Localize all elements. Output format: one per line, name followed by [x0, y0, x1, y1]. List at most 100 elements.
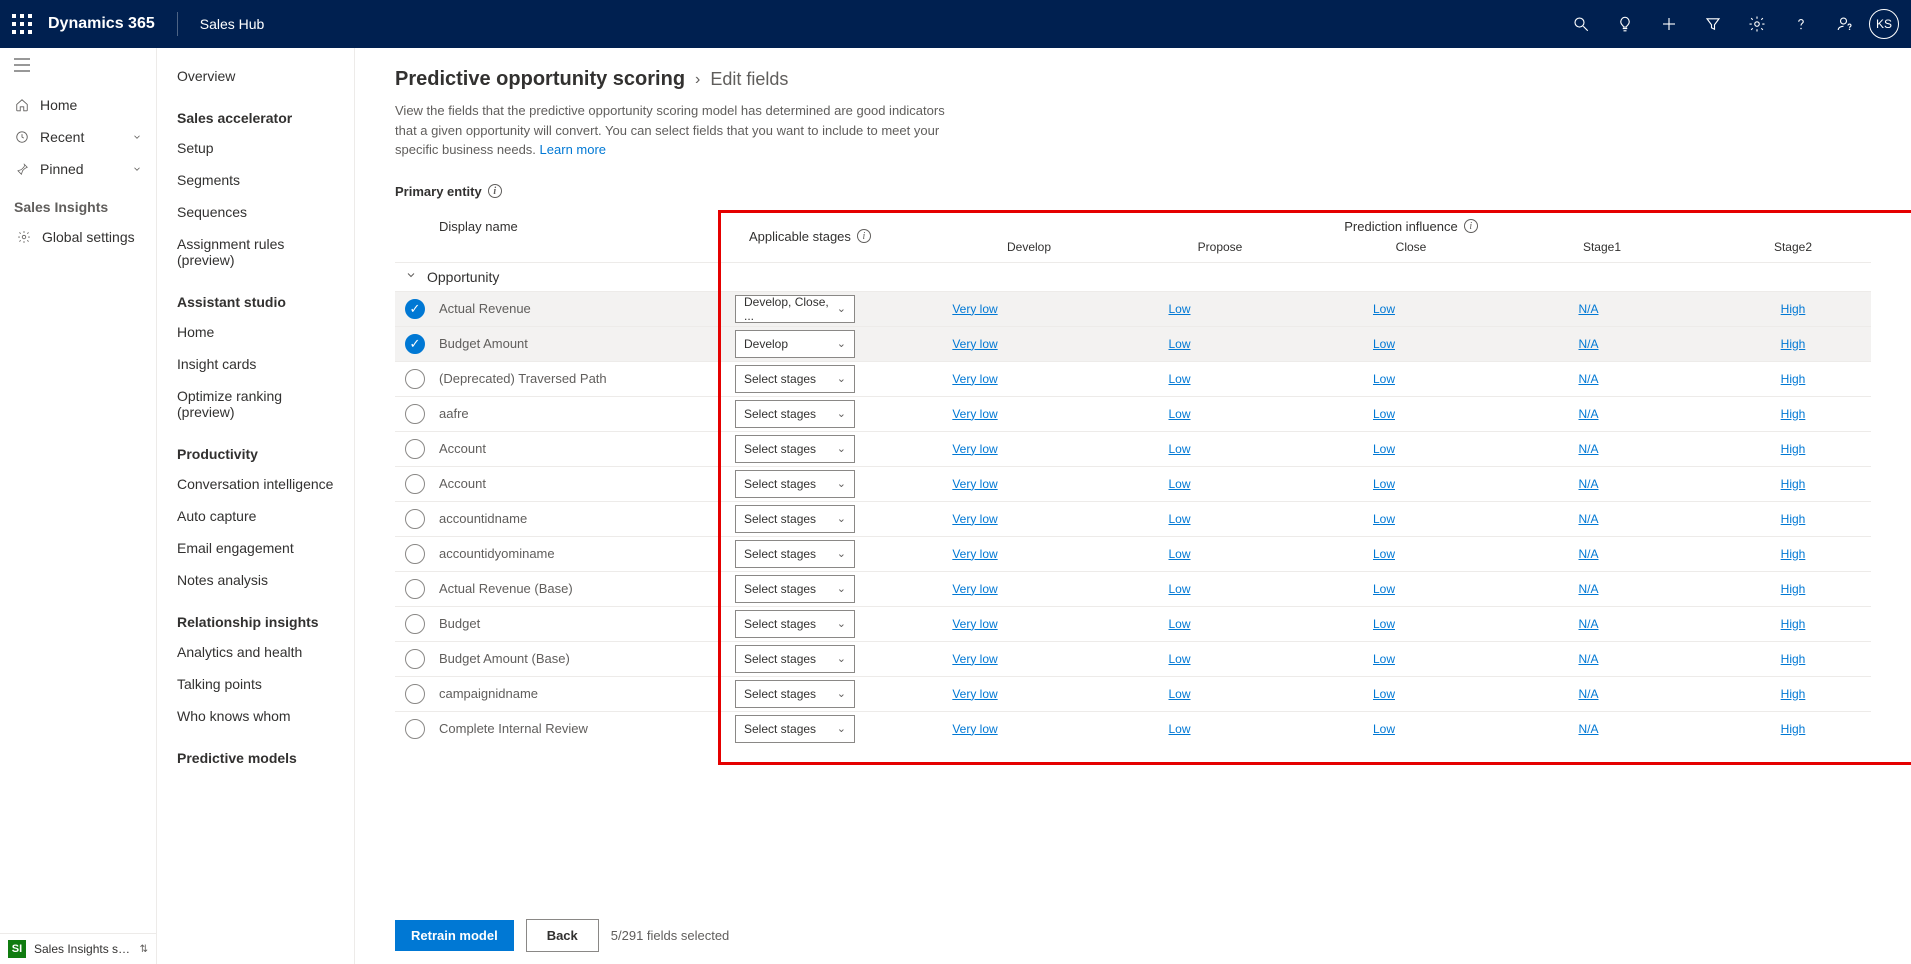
influence-link[interactable]: Low — [1344, 722, 1424, 736]
influence-link[interactable]: High — [1753, 582, 1833, 596]
influence-link[interactable]: High — [1753, 407, 1833, 421]
influence-link[interactable]: Low — [1140, 442, 1220, 456]
lightbulb-icon[interactable] — [1605, 4, 1645, 44]
influence-link[interactable]: N/A — [1549, 687, 1629, 701]
filter-icon[interactable] — [1693, 4, 1733, 44]
influence-link[interactable]: N/A — [1549, 512, 1629, 526]
checkbox-unchecked[interactable] — [405, 544, 425, 564]
checkbox-checked[interactable]: ✓ — [405, 299, 425, 319]
checkbox-unchecked[interactable] — [405, 474, 425, 494]
sec-overview[interactable]: Overview — [157, 60, 354, 92]
influence-link[interactable]: High — [1753, 372, 1833, 386]
sec-item[interactable]: Sequences — [157, 196, 354, 228]
influence-link[interactable]: High — [1753, 617, 1833, 631]
influence-link[interactable]: High — [1753, 652, 1833, 666]
sec-item[interactable]: Segments — [157, 164, 354, 196]
influence-link[interactable]: Low — [1140, 652, 1220, 666]
influence-link[interactable]: Low — [1140, 722, 1220, 736]
stage-select[interactable]: Select stages⌄ — [735, 400, 855, 428]
influence-link[interactable]: Very low — [935, 442, 1015, 456]
entity-group-row[interactable]: Opportunity — [395, 262, 1871, 291]
checkbox-unchecked[interactable] — [405, 684, 425, 704]
learn-more-link[interactable]: Learn more — [540, 142, 606, 157]
influence-link[interactable]: High — [1753, 302, 1833, 316]
influence-link[interactable]: N/A — [1549, 652, 1629, 666]
nav-home[interactable]: Home — [0, 89, 156, 121]
influence-link[interactable]: Low — [1344, 687, 1424, 701]
influence-link[interactable]: High — [1753, 687, 1833, 701]
influence-link[interactable]: Low — [1344, 477, 1424, 491]
checkbox-unchecked[interactable] — [405, 649, 425, 669]
checkbox-unchecked[interactable] — [405, 369, 425, 389]
influence-link[interactable]: Low — [1140, 407, 1220, 421]
sec-item[interactable]: Home — [157, 316, 354, 348]
stage-select[interactable]: Select stages⌄ — [735, 540, 855, 568]
sec-item[interactable]: Email engagement — [157, 532, 354, 564]
gear-icon[interactable] — [1737, 4, 1777, 44]
influence-link[interactable]: Low — [1140, 687, 1220, 701]
checkbox-unchecked[interactable] — [405, 579, 425, 599]
back-button[interactable]: Back — [526, 919, 599, 952]
influence-link[interactable]: Low — [1140, 582, 1220, 596]
search-icon[interactable] — [1561, 4, 1601, 44]
influence-link[interactable]: High — [1753, 722, 1833, 736]
influence-link[interactable]: Very low — [935, 372, 1015, 386]
influence-link[interactable]: Very low — [935, 337, 1015, 351]
influence-link[interactable]: Very low — [935, 547, 1015, 561]
influence-link[interactable]: Very low — [935, 617, 1015, 631]
influence-link[interactable]: N/A — [1549, 407, 1629, 421]
stage-select[interactable]: Select stages⌄ — [735, 645, 855, 673]
checkbox-unchecked[interactable] — [405, 614, 425, 634]
stage-select[interactable]: Select stages⌄ — [735, 715, 855, 743]
influence-link[interactable]: Low — [1344, 652, 1424, 666]
influence-link[interactable]: Very low — [935, 722, 1015, 736]
stage-select[interactable]: Select stages⌄ — [735, 610, 855, 638]
retrain-model-button[interactable]: Retrain model — [395, 920, 514, 951]
info-icon[interactable]: i — [857, 229, 871, 243]
info-icon[interactable]: i — [1464, 219, 1478, 233]
influence-link[interactable]: Very low — [935, 477, 1015, 491]
sec-item[interactable]: Assignment rules (preview) — [157, 228, 354, 276]
stage-select[interactable]: Select stages⌄ — [735, 435, 855, 463]
influence-link[interactable]: Very low — [935, 407, 1015, 421]
nav-global-settings[interactable]: Global settings — [0, 221, 156, 253]
influence-link[interactable]: Low — [1344, 372, 1424, 386]
stage-select[interactable]: Select stages⌄ — [735, 470, 855, 498]
influence-link[interactable]: Low — [1140, 547, 1220, 561]
checkbox-unchecked[interactable] — [405, 404, 425, 424]
checkbox-unchecked[interactable] — [405, 439, 425, 459]
sec-item[interactable]: Who knows whom — [157, 700, 354, 732]
influence-link[interactable]: N/A — [1549, 617, 1629, 631]
influence-link[interactable]: Very low — [935, 582, 1015, 596]
influence-link[interactable]: Low — [1344, 442, 1424, 456]
app-launcher-icon[interactable] — [12, 14, 32, 34]
influence-link[interactable]: Low — [1140, 337, 1220, 351]
sec-item[interactable]: Setup — [157, 132, 354, 164]
user-avatar[interactable]: KS — [1869, 9, 1899, 39]
influence-link[interactable]: Low — [1140, 302, 1220, 316]
influence-link[interactable]: Low — [1344, 617, 1424, 631]
influence-link[interactable]: Very low — [935, 302, 1015, 316]
nav-pinned[interactable]: Pinned — [0, 153, 156, 185]
influence-link[interactable]: Low — [1140, 512, 1220, 526]
sec-item[interactable]: Auto capture — [157, 500, 354, 532]
influence-link[interactable]: N/A — [1549, 337, 1629, 351]
hamburger-icon[interactable] — [0, 48, 156, 85]
sec-item[interactable]: Optimize ranking (preview) — [157, 380, 354, 428]
plus-icon[interactable] — [1649, 4, 1689, 44]
influence-link[interactable]: Low — [1344, 547, 1424, 561]
stage-select[interactable]: Select stages⌄ — [735, 505, 855, 533]
stage-select[interactable]: Select stages⌄ — [735, 680, 855, 708]
stage-select[interactable]: Develop⌄ — [735, 330, 855, 358]
influence-link[interactable]: Low — [1140, 372, 1220, 386]
influence-link[interactable]: Low — [1344, 582, 1424, 596]
influence-link[interactable]: High — [1753, 512, 1833, 526]
influence-link[interactable]: High — [1753, 477, 1833, 491]
influence-link[interactable]: High — [1753, 442, 1833, 456]
checkbox-unchecked[interactable] — [405, 719, 425, 739]
influence-link[interactable]: N/A — [1549, 372, 1629, 386]
checkbox-unchecked[interactable] — [405, 509, 425, 529]
stage-select[interactable]: Develop, Close, ...⌄ — [735, 295, 855, 323]
info-icon[interactable]: i — [488, 184, 502, 198]
area-switcher[interactable]: SI Sales Insights sett... ⇅ — [0, 933, 156, 964]
